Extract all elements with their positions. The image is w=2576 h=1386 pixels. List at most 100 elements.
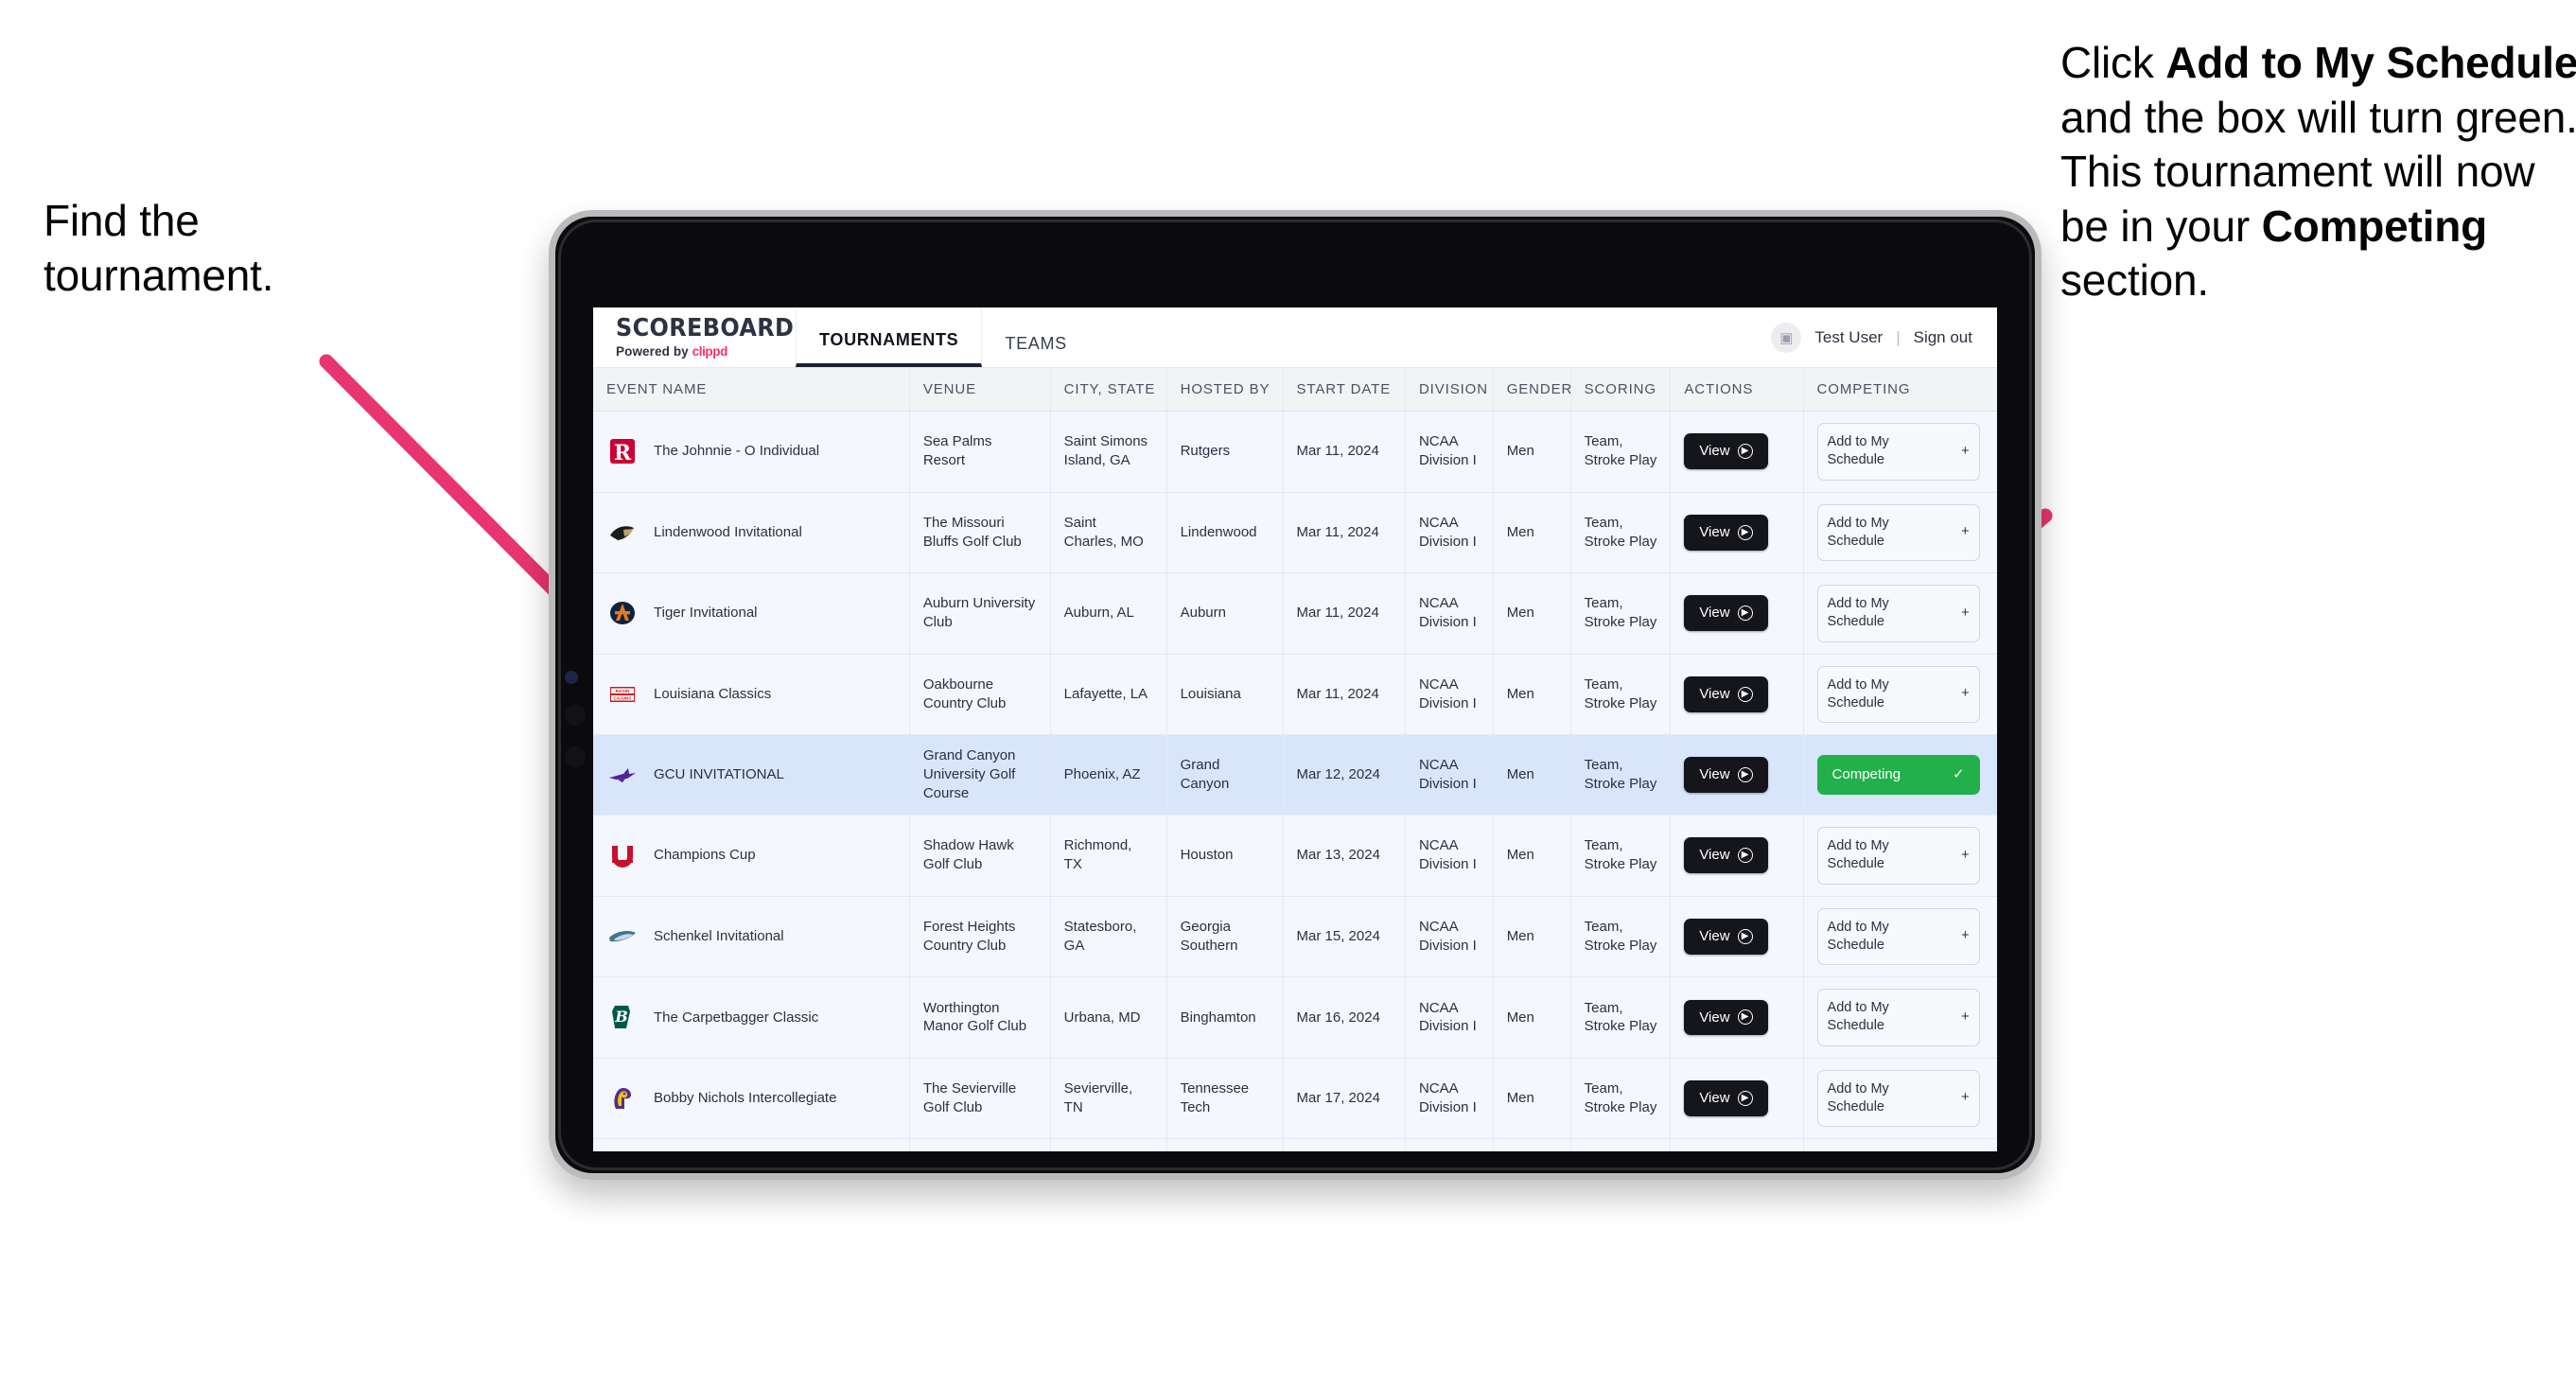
add-to-my-schedule-button[interactable]: Add to My Schedule + bbox=[1816, 585, 1980, 642]
cell-competing: Add to My Schedule + bbox=[1803, 492, 1997, 574]
cell-actions: View ▶ bbox=[1670, 654, 1804, 736]
arrow-right-circle-icon: ▶ bbox=[1737, 605, 1753, 622]
add-to-my-schedule-button[interactable]: Add to My Schedule + bbox=[1816, 503, 1980, 562]
cell-scoring: Team, Stroke Play bbox=[1570, 492, 1672, 574]
user-name: Test User bbox=[1814, 327, 1884, 346]
cell-actions: View ▶ bbox=[1670, 492, 1804, 574]
cell-city-state: Sevierville, TN bbox=[1050, 1058, 1167, 1140]
column-header-venue[interactable]: VENUE bbox=[909, 368, 1051, 412]
view-button[interactable]: View ▶ bbox=[1684, 918, 1768, 955]
header-user-area: ▣ Test User | Sign out bbox=[1771, 307, 1997, 367]
tab-teams[interactable]: TEAMS bbox=[982, 307, 1090, 367]
tournaments-table: EVENT NAME VENUE CITY, STATE HOSTED BY START… bbox=[593, 368, 1997, 1165]
add-to-my-schedule-button[interactable]: Add to My Schedule + bbox=[1816, 423, 1980, 481]
cell-gender: Men bbox=[1493, 492, 1571, 574]
column-header-city-state[interactable]: CITY, STATE bbox=[1050, 368, 1167, 412]
event-name-label: Schenkel Invitational bbox=[654, 927, 784, 944]
sign-out-link[interactable]: Sign out bbox=[1914, 328, 1972, 347]
cell-city-state: Auburn, AL bbox=[1050, 572, 1167, 655]
cell-gender: Men bbox=[1493, 815, 1571, 897]
cell-hosted-by: Lindenwood bbox=[1166, 492, 1284, 574]
cell-city-state: Urbana, MD bbox=[1050, 976, 1167, 1059]
arrow-right-circle-icon: ▶ bbox=[1737, 1091, 1753, 1107]
cell-city-state: Statesboro, GA bbox=[1050, 896, 1167, 978]
add-to-my-schedule-label: Add to My Schedule bbox=[1827, 838, 1889, 872]
cell-gender: Men bbox=[1493, 654, 1571, 736]
view-button-label: View bbox=[1699, 686, 1730, 702]
plus-icon: + bbox=[1961, 524, 1970, 540]
column-header-start-date[interactable]: START DATE bbox=[1283, 368, 1406, 412]
table-row[interactable]: R The Johnnie - O Individual Sea Palms Res… bbox=[593, 411, 1997, 493]
plus-icon: + bbox=[1961, 847, 1970, 863]
cell-event-name: Bobby Nichols Intercollegiate bbox=[593, 1058, 910, 1140]
tab-tournaments[interactable]: TOURNAMENTS bbox=[796, 307, 983, 367]
cell-division: NCAA Division I bbox=[1405, 734, 1494, 816]
table-row[interactable]: RAGIN CAJUNS Louisiana Classics Oakbourne C… bbox=[593, 654, 1997, 736]
cell-start-date: Mar 11, 2024 bbox=[1283, 411, 1406, 493]
view-button[interactable]: View ▶ bbox=[1684, 514, 1768, 551]
cell-event-name: Champions Cup bbox=[593, 815, 910, 897]
arrow-right-circle-icon: ▶ bbox=[1737, 767, 1753, 783]
view-button-label: View bbox=[1699, 443, 1730, 460]
view-button[interactable]: View ▶ bbox=[1684, 676, 1768, 712]
add-to-my-schedule-label: Add to My Schedule bbox=[1827, 676, 1889, 711]
cell-competing: Add to My Schedule + bbox=[1803, 411, 1997, 493]
annotation-left-line1: Find the bbox=[44, 196, 200, 245]
view-button[interactable]: View ▶ bbox=[1684, 757, 1768, 794]
cell-start-date: Mar 12, 2024 bbox=[1283, 734, 1406, 816]
avatar[interactable]: ▣ bbox=[1771, 322, 1802, 353]
plus-icon: + bbox=[1961, 928, 1970, 944]
add-to-my-schedule-button[interactable]: Add to My Schedule + bbox=[1816, 989, 1980, 1046]
main-nav-tabs: TOURNAMENTS TEAMS bbox=[796, 307, 1090, 367]
column-header-event-name[interactable]: EVENT NAME bbox=[593, 368, 910, 412]
event-name-label: Louisiana Classics bbox=[654, 686, 772, 702]
annotation-left-line2: tournament. bbox=[44, 250, 274, 300]
table-row[interactable]: Champions Cup Shadow Hawk Golf Club Richmo… bbox=[593, 815, 1997, 897]
view-button-label: View bbox=[1699, 1009, 1730, 1026]
column-header-scoring[interactable]: SCORING bbox=[1570, 368, 1672, 412]
brand-logo[interactable]: SCOREBOARD Powered by clippd bbox=[593, 307, 794, 367]
table-row[interactable]: B The Carpetbagger Classic Worthington Man… bbox=[593, 976, 1997, 1059]
add-to-my-schedule-button[interactable]: Add to My Schedule + bbox=[1816, 907, 1980, 966]
add-to-my-schedule-button[interactable]: Add to My Schedule + bbox=[1816, 827, 1980, 885]
table-row[interactable]: Tiger Invitational Auburn University Club… bbox=[593, 572, 1997, 655]
view-button-label: View bbox=[1699, 847, 1730, 864]
cell-event-name: RAGIN CAJUNS Louisiana Classics bbox=[593, 654, 910, 736]
table-row[interactable]: Schenkel Invitational Forest Heights Coun… bbox=[593, 896, 1997, 978]
brand-powered-by: Powered by clippd bbox=[616, 344, 779, 359]
column-header-gender[interactable]: GENDER bbox=[1493, 368, 1571, 412]
tournaments-table-scroll[interactable]: EVENT NAME VENUE CITY, STATE HOSTED BY START… bbox=[593, 368, 1997, 1165]
table-row[interactable]: Lindenwood Invitational The Missouri Bluf… bbox=[593, 492, 1997, 574]
speaker-dot-icon bbox=[565, 746, 586, 767]
event-name-label: The Johnnie - O Individual bbox=[654, 443, 820, 460]
table-row[interactable]: Bobby Nichols Intercollegiate The Sevierv… bbox=[593, 1058, 1997, 1140]
cell-division: NCAA Division I bbox=[1405, 654, 1494, 736]
view-button[interactable]: View ▶ bbox=[1684, 433, 1768, 470]
competing-badge-button[interactable]: Competing ✓ bbox=[1816, 755, 1980, 796]
view-button[interactable]: View ▶ bbox=[1684, 595, 1768, 632]
cell-city-state: Phoenix, AZ bbox=[1050, 734, 1167, 816]
column-header-competing[interactable]: COMPETING bbox=[1803, 368, 1997, 412]
table-row[interactable]: GCU INVITATIONAL Grand Canyon University … bbox=[593, 734, 1997, 816]
cell-start-date: Mar 11, 2024 bbox=[1283, 572, 1406, 655]
cell-venue: Grand Canyon University Golf Course bbox=[909, 734, 1051, 816]
column-header-hosted-by[interactable]: HOSTED BY bbox=[1166, 368, 1284, 412]
cell-division: NCAA Division I bbox=[1405, 572, 1494, 655]
view-button[interactable]: View ▶ bbox=[1684, 1080, 1768, 1116]
annotation-right-bold-competing: Competing bbox=[2261, 201, 2488, 251]
view-button[interactable]: View ▶ bbox=[1684, 999, 1768, 1036]
annotation-right-t4: section. bbox=[2060, 255, 2209, 305]
view-button[interactable]: View ▶ bbox=[1684, 837, 1768, 874]
app-header: SCOREBOARD Powered by clippd TOURNAMENTS… bbox=[593, 307, 1997, 368]
cell-actions: View ▶ bbox=[1670, 1058, 1804, 1140]
add-to-my-schedule-button[interactable]: Add to My Schedule + bbox=[1816, 1069, 1980, 1128]
plus-icon: + bbox=[1961, 443, 1970, 459]
column-header-actions[interactable]: ACTIONS bbox=[1670, 368, 1804, 412]
add-to-my-schedule-button[interactable]: Add to My Schedule + bbox=[1816, 665, 1980, 724]
cell-actions: View ▶ bbox=[1670, 976, 1804, 1059]
app-screen: SCOREBOARD Powered by clippd TOURNAMENTS… bbox=[593, 307, 1997, 1165]
column-header-division[interactable]: DIVISION bbox=[1405, 368, 1494, 412]
cell-hosted-by: Houston bbox=[1166, 815, 1284, 897]
cell-event-name: GCU INVITATIONAL bbox=[593, 734, 910, 816]
cell-hosted-by: Tennessee Tech bbox=[1166, 1058, 1284, 1140]
